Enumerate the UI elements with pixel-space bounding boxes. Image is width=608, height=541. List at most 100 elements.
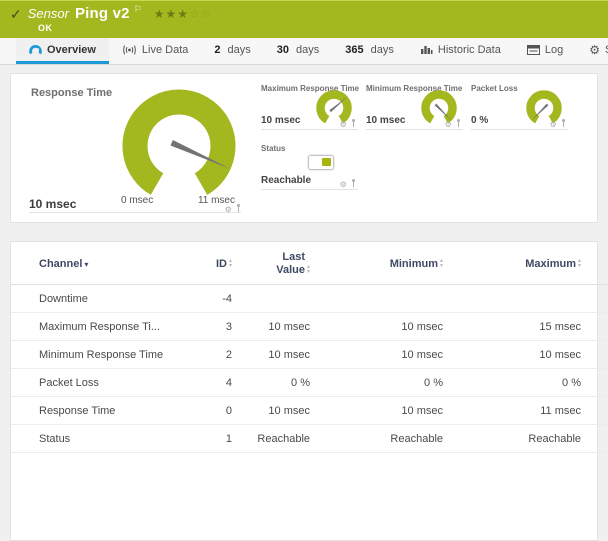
cell-min xyxy=(314,284,447,313)
cell-max: Reachable xyxy=(447,424,585,453)
maximum-response-time-gauge-cell[interactable]: Maximum Response Time 10 msec ⚙ xyxy=(261,82,359,130)
cell-max: 10 msec xyxy=(447,340,585,369)
status-value: Reachable xyxy=(261,175,312,186)
table-row[interactable]: Downtime-4⚙ xyxy=(11,284,608,313)
column-header-minimum[interactable]: Minimum ▴ ▾ xyxy=(314,242,447,285)
cell-id: -4 xyxy=(193,284,236,313)
table-row[interactable]: Minimum Response Time 2 10 msec 10 msec 10 m… xyxy=(11,340,608,369)
cell-last: Reachable xyxy=(236,424,314,453)
gauge-value: 0 % xyxy=(471,115,489,126)
cell-id: 4 xyxy=(193,368,236,397)
column-header-actions xyxy=(585,242,608,285)
sensor-header: ✓ Sensor Ping v2 ⚐ ★★★☆☆ OK xyxy=(0,0,608,38)
tab-2-days[interactable]: 2 days xyxy=(201,38,263,64)
cell-id: 0 xyxy=(193,396,236,425)
gauge-value: 10 msec xyxy=(366,115,406,126)
gauge-title: Packet Loss xyxy=(471,84,518,93)
response-time-gauge xyxy=(122,89,236,195)
cell-last: 0 % xyxy=(236,368,314,397)
cell-id: 2 xyxy=(193,340,236,369)
cell-channel[interactable]: Response Time xyxy=(11,396,193,425)
pin-icon[interactable] xyxy=(351,119,356,127)
tab-bar: Overview Live Data 2 days 30 days 365 days … xyxy=(0,38,608,65)
pin-icon[interactable] xyxy=(236,204,241,212)
cell-max: 11 msec xyxy=(447,396,585,425)
tab-overview[interactable]: Overview xyxy=(16,38,109,64)
cell-channel[interactable]: Maximum Response Ti... xyxy=(11,312,193,341)
tab-30-days[interactable]: 30 days xyxy=(264,38,333,64)
cell-min: 0 % xyxy=(314,368,447,397)
cell-min: 10 msec xyxy=(314,340,447,369)
gauge-title: Response Time xyxy=(31,87,113,99)
overview-gauges-panel: Response Time 0 msec 11 msec 10 msec ⚙ M… xyxy=(10,73,598,223)
toggle-knob xyxy=(322,158,331,166)
table-row[interactable]: Maximum Response Ti... 3 10 msec 10 msec 15 … xyxy=(11,312,608,341)
channel-table-panel: Channel ▾ ID ▴ ▾ Last Value ▴ ▾ Minimum ▴ ▾ Max… xyxy=(10,241,608,541)
gauge-scale-min: 0 msec xyxy=(121,195,154,206)
channel-table-body: Downtime-4⚙Maximum Response Ti...310 mse… xyxy=(11,284,608,453)
sort-desc-icon: ▾ xyxy=(84,260,89,269)
cell-channel[interactable]: Status xyxy=(11,424,193,453)
sort-icon: ▴ ▾ xyxy=(439,258,443,270)
log-icon xyxy=(526,44,540,55)
gauge-value: 10 msec xyxy=(261,115,301,126)
cell-id: 1 xyxy=(193,424,236,453)
gear-icon: ⚙ xyxy=(589,42,600,57)
column-header-last-value[interactable]: Last Value ▴ ▾ xyxy=(236,242,314,285)
gauge-settings-icon[interactable]: ⚙ xyxy=(550,120,558,129)
cell-last: 10 msec xyxy=(236,396,314,425)
gauge-value: 10 msec xyxy=(29,197,77,211)
cell-min: 10 msec xyxy=(314,312,447,341)
tab-historic-data[interactable]: Historic Data xyxy=(407,38,514,64)
priority-stars[interactable]: ★★★☆☆ xyxy=(154,6,213,22)
cell-max: 0 % xyxy=(447,368,585,397)
cell-max xyxy=(447,284,585,313)
status-cell[interactable]: Status Reachable ⚙ xyxy=(261,142,358,190)
live-data-icon xyxy=(123,44,136,55)
packet-loss-gauge-cell[interactable]: Packet Loss 0 % ⚙ xyxy=(471,82,568,130)
sensor-status-badge: OK xyxy=(38,23,53,33)
small-gauges-grid: Maximum Response Time 10 msec ⚙ Minimum … xyxy=(261,82,587,222)
sensor-title[interactable]: Ping v2 xyxy=(75,6,130,22)
table-row[interactable]: Status1ReachableReachableReachable⚙ xyxy=(11,424,608,453)
table-row[interactable]: Packet Loss40 %0 %0 %⚙ xyxy=(11,368,608,397)
ok-check-icon: ✓ xyxy=(10,6,22,22)
column-header-maximum[interactable]: Maximum ▴ ▾ xyxy=(447,242,585,285)
cell-last: 10 msec xyxy=(236,312,314,341)
gauge-settings-icon[interactable]: ⚙ xyxy=(340,180,348,189)
cell-last xyxy=(236,284,314,313)
sort-icon: ▴ ▾ xyxy=(228,258,232,270)
gauge-settings-icon[interactable]: ⚙ xyxy=(445,120,453,129)
bar-chart-icon xyxy=(420,46,433,54)
grid-row-break xyxy=(261,130,587,142)
sort-icon: ▴ ▾ xyxy=(306,264,310,276)
table-header-row: Channel ▾ ID ▴ ▾ Last Value ▴ ▾ Minimum ▴ ▾ Max… xyxy=(11,242,608,285)
object-kind-label: Sensor xyxy=(27,6,69,21)
status-title: Status xyxy=(261,144,286,153)
gauge-icon xyxy=(29,44,42,55)
column-header-channel[interactable]: Channel ▾ xyxy=(11,242,193,285)
tab-log[interactable]: Log xyxy=(514,38,576,64)
cell-last: 10 msec xyxy=(236,340,314,369)
cell-id: 3 xyxy=(193,312,236,341)
minimum-response-time-gauge-cell[interactable]: Minimum Response Time 10 msec ⚙ xyxy=(366,82,463,130)
status-toggle-indicator xyxy=(308,155,334,170)
column-header-id[interactable]: ID ▴ ▾ xyxy=(193,242,236,285)
cell-min: Reachable xyxy=(314,424,447,453)
sort-icon: ▴ ▾ xyxy=(577,258,581,270)
tab-settings[interactable]: ⚙ Settings xyxy=(576,38,608,64)
gauge-settings-icon[interactable]: ⚙ xyxy=(340,120,348,129)
cell-channel[interactable]: Packet Loss xyxy=(11,368,193,397)
cell-channel[interactable]: Minimum Response Time xyxy=(11,340,193,369)
cell-max: 15 msec xyxy=(447,312,585,341)
pin-icon[interactable] xyxy=(456,119,461,127)
gauge-settings-icon[interactable]: ⚙ xyxy=(225,205,233,214)
tab-live-data[interactable]: Live Data xyxy=(109,38,201,64)
pin-icon[interactable] xyxy=(351,179,356,187)
tab-365-days[interactable]: 365 days xyxy=(332,38,407,64)
table-row[interactable]: Response Time010 msec10 msec11 msec⚙ xyxy=(11,396,608,425)
flag-icon[interactable]: ⚐ xyxy=(134,1,142,17)
response-time-gauge-cell[interactable]: Response Time 0 msec 11 msec 10 msec ⚙ xyxy=(29,82,241,214)
pin-icon[interactable] xyxy=(561,119,566,127)
cell-channel[interactable]: Downtime xyxy=(11,284,193,313)
